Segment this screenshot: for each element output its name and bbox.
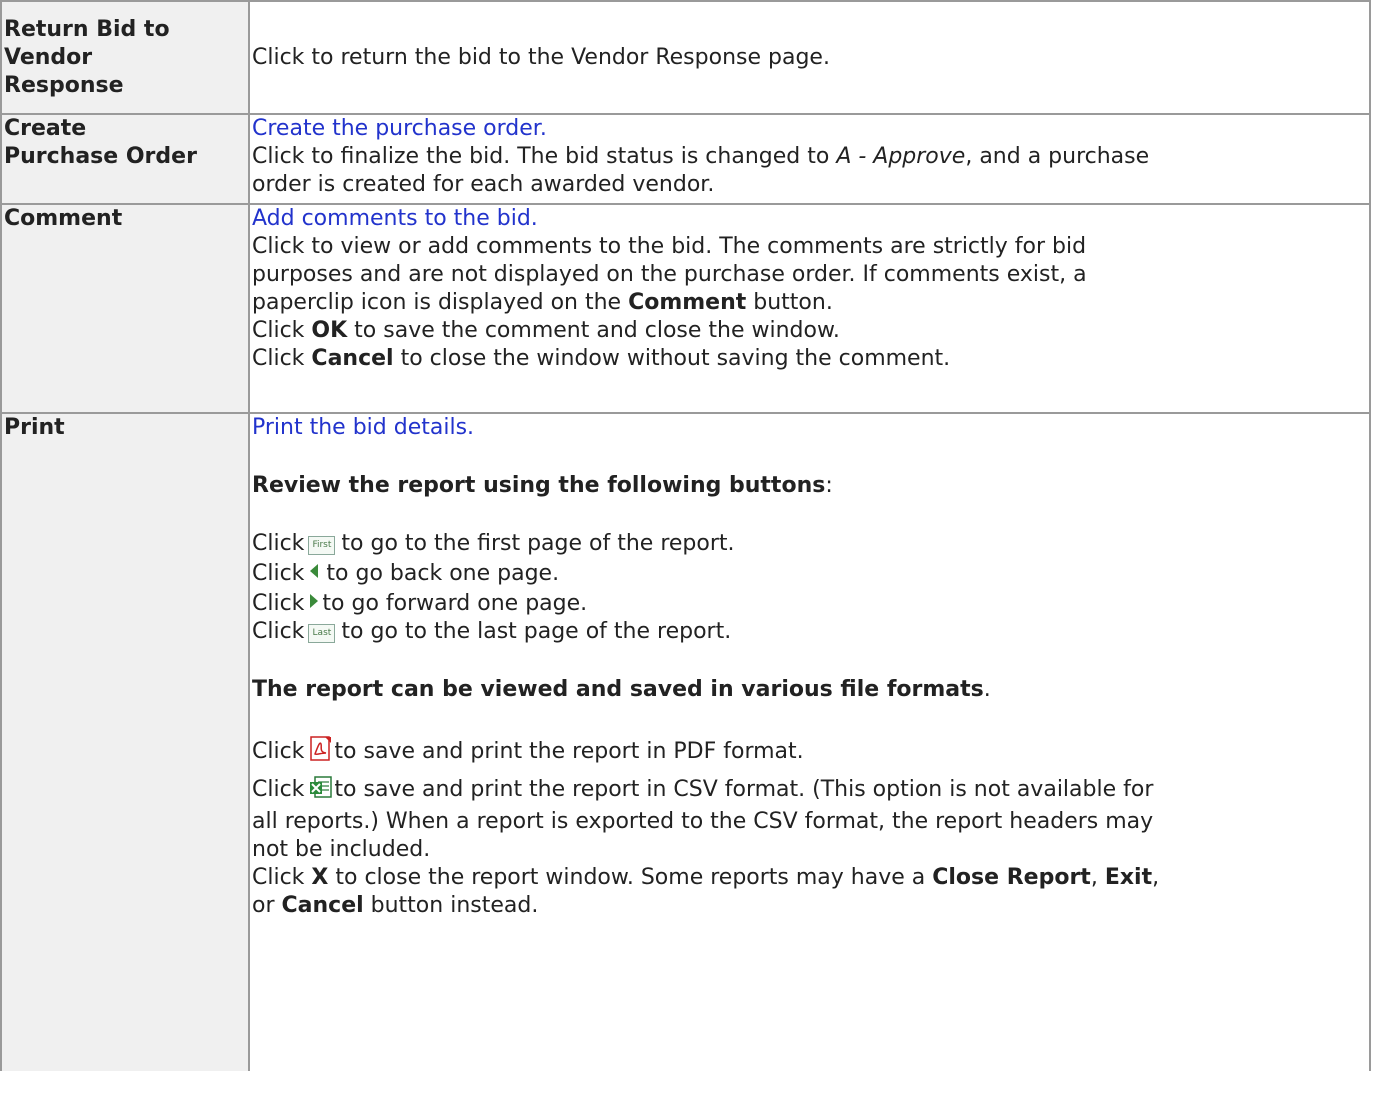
print-label: Print bbox=[4, 415, 65, 440]
comment-description-line: Click to view or add comments to the bid… bbox=[252, 234, 1087, 259]
return-bid-description: Click to return the bid to the Vendor Re… bbox=[252, 44, 830, 70]
comment-button-name: Comment bbox=[628, 290, 747, 315]
comment-description-cell: Add comments to the bid. Click to view o… bbox=[248, 203, 1371, 414]
return-bid-description-cell: Click to return the bid to the Vendor Re… bbox=[248, 0, 1371, 115]
text-fragment: button instead. bbox=[363, 893, 539, 918]
text-fragment: . bbox=[983, 677, 991, 702]
csv-line: Click to save and print the report in CSV… bbox=[252, 776, 1367, 808]
return-bid-label-cell: Return Bid to Vendor Response bbox=[0, 0, 250, 115]
text-fragment: or bbox=[252, 893, 282, 918]
table-row: Create Purchase Order Create the purchas… bbox=[0, 113, 1371, 205]
next-page-icon bbox=[310, 588, 319, 616]
create-po-label-line: Create bbox=[4, 116, 87, 141]
next-page-line: Click to go forward one page. bbox=[252, 588, 1367, 618]
text-fragment: , bbox=[1090, 865, 1105, 890]
text-fragment: to go forward one page. bbox=[322, 591, 588, 616]
text-fragment: : bbox=[825, 473, 833, 498]
comment-label: Comment bbox=[4, 206, 123, 231]
text-fragment: Click bbox=[252, 318, 312, 343]
previous-page-icon bbox=[310, 558, 319, 586]
text-fragment: Click to finalize the bid. The bid statu… bbox=[252, 144, 837, 169]
create-po-description: Click to finalize the bid. The bid statu… bbox=[252, 143, 1367, 171]
formats-heading: The report can be viewed and saved in va… bbox=[252, 676, 1367, 704]
excel-csv-icon bbox=[310, 776, 333, 808]
comment-description-line: paperclip icon is displayed on the Comme… bbox=[252, 289, 1367, 317]
cancel-button-name: Cancel bbox=[281, 893, 364, 918]
print-label-cell: Print bbox=[0, 412, 250, 1071]
help-table: Return Bid to Vendor Response Click to r… bbox=[0, 0, 1371, 1071]
text-fragment: to save the comment and close the window… bbox=[347, 318, 840, 343]
return-bid-label-line: Vendor bbox=[4, 45, 93, 70]
text-fragment: Click bbox=[252, 591, 305, 616]
last-page-icon: Last bbox=[308, 624, 336, 643]
x-button-name: X bbox=[311, 865, 329, 890]
pdf-line: Click to save and print the report in PDF… bbox=[252, 736, 1367, 770]
table-row: Comment Add comments to the bid. Click t… bbox=[0, 203, 1371, 414]
comment-cancel-line: Click Cancel to close the window without… bbox=[252, 345, 1367, 373]
return-bid-label-line: Return Bid to bbox=[4, 17, 170, 42]
text-fragment: to save and print the report in PDF form… bbox=[334, 739, 804, 764]
text-fragment: paperclip icon is displayed on the bbox=[252, 290, 629, 315]
table-row: Print Print the bid details. Review the … bbox=[0, 412, 1371, 1071]
review-heading-text: Review the report using the following bu… bbox=[252, 473, 826, 498]
text-fragment: Click bbox=[252, 865, 312, 890]
create-po-label-cell: Create Purchase Order bbox=[0, 113, 250, 205]
review-heading: Review the report using the following bu… bbox=[252, 472, 1367, 500]
text-fragment: to go to the last page of the report. bbox=[341, 619, 732, 644]
text-fragment: Click bbox=[252, 739, 305, 764]
text-fragment: Click bbox=[252, 346, 312, 371]
text-fragment: to go back one page. bbox=[326, 561, 560, 586]
create-po-link[interactable]: Create the purchase order. bbox=[252, 115, 1367, 143]
print-description-cell: Print the bid details. Review the report… bbox=[248, 412, 1371, 1071]
first-page-line: Click First to go to the first page of the… bbox=[252, 530, 1367, 558]
add-comments-link[interactable]: Add comments to the bid. bbox=[252, 205, 1367, 233]
text-fragment: to go to the first page of the report. bbox=[341, 531, 735, 556]
previous-page-line: Click to go back one page. bbox=[252, 558, 1367, 588]
close-report-button-name: Close Report bbox=[932, 865, 1091, 890]
ok-button-name: OK bbox=[311, 318, 348, 343]
first-page-icon: First bbox=[308, 536, 336, 555]
cancel-button-name: Cancel bbox=[311, 346, 394, 371]
text-fragment: , and a purchase bbox=[965, 144, 1150, 169]
create-po-description-line2: order is created for each awarded vendor… bbox=[252, 172, 715, 197]
text-fragment: button. bbox=[746, 290, 833, 315]
text-fragment: to close the report window. Some reports… bbox=[328, 865, 933, 890]
close-report-line-2: or Cancel button instead. bbox=[252, 892, 1367, 920]
text-fragment: Click bbox=[252, 619, 305, 644]
pdf-icon bbox=[310, 736, 332, 770]
text-fragment: Click bbox=[252, 531, 305, 556]
status-approve-text: A - Approve bbox=[836, 144, 966, 169]
last-page-line: Click Last to go to the last page of the r… bbox=[252, 618, 1367, 646]
csv-line-3: not be included. bbox=[252, 837, 431, 862]
comment-label-cell: Comment bbox=[0, 203, 250, 414]
text-fragment: Click bbox=[252, 561, 305, 586]
create-po-label-line: Purchase Order bbox=[4, 144, 197, 169]
csv-line-2: all reports.) When a report is exported … bbox=[252, 809, 1154, 834]
return-bid-label-line: Response bbox=[4, 73, 124, 98]
comment-description-line: purposes and are not displayed on the pu… bbox=[252, 262, 1087, 287]
formats-heading-text: The report can be viewed and saved in va… bbox=[252, 677, 984, 702]
table-row: Return Bid to Vendor Response Click to r… bbox=[0, 0, 1371, 115]
text-fragment: to close the window without saving the c… bbox=[393, 346, 951, 371]
exit-button-name: Exit bbox=[1104, 865, 1153, 890]
print-bid-link[interactable]: Print the bid details. bbox=[252, 414, 1367, 442]
close-report-line: Click X to close the report window. Some… bbox=[252, 864, 1367, 892]
text-fragment: , bbox=[1152, 865, 1160, 890]
comment-ok-line: Click OK to save the comment and close t… bbox=[252, 317, 1367, 345]
create-po-description-cell: Create the purchase order. Click to fina… bbox=[248, 113, 1371, 205]
text-fragment: Click bbox=[252, 777, 305, 802]
text-fragment: to save and print the report in CSV form… bbox=[334, 777, 1154, 802]
